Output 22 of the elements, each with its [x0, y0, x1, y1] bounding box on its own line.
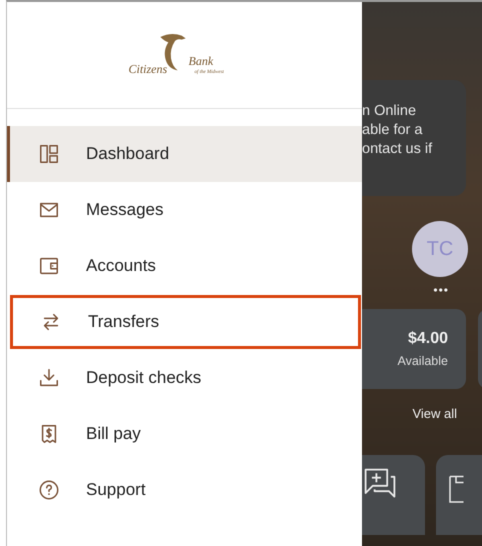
nav-item[interactable]: Dashboard — [7, 126, 362, 182]
balance-amount: $4.00 — [408, 330, 448, 348]
nav-item[interactable]: Deposit checks — [7, 350, 362, 406]
view-all-link[interactable]: View all — [412, 406, 457, 421]
action-tile[interactable] — [436, 455, 482, 535]
question-circle-icon — [38, 479, 60, 501]
download-tray-icon — [38, 367, 60, 389]
balance-caption: Available — [397, 354, 448, 368]
action-tile[interactable] — [362, 455, 425, 535]
nav-item[interactable]: Accounts — [7, 238, 362, 294]
wallet-icon — [38, 255, 60, 277]
nav-item[interactable]: Transfers — [9, 294, 362, 350]
dashboard-icon — [38, 143, 60, 165]
more-button[interactable]: ••• — [433, 283, 449, 297]
account-card[interactable]: $4.00 Available — [362, 309, 466, 389]
logo-text: Bank — [188, 54, 214, 69]
nav-item[interactable]: Bill pay — [7, 406, 362, 462]
notice-card: n Online able for a ontact us if — [362, 80, 466, 196]
document-icon — [448, 475, 464, 505]
logo-text: Citizens — [128, 62, 168, 77]
nav-item[interactable]: Messages — [7, 182, 362, 238]
nav-item[interactable]: Support — [7, 462, 362, 518]
